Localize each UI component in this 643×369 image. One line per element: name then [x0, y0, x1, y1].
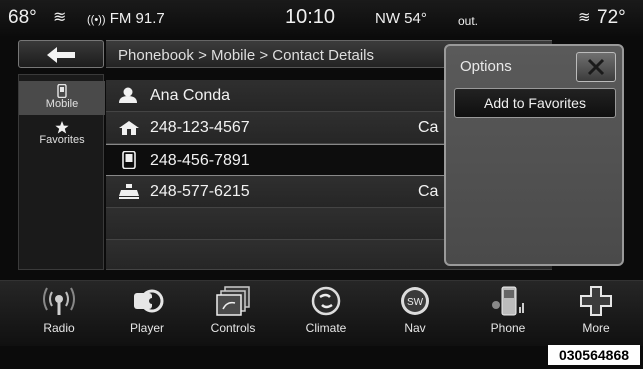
heated-seat-left-icon[interactable]: ≋	[53, 7, 66, 27]
options-title: Options	[460, 58, 512, 75]
clock: 10:10	[285, 6, 336, 28]
add-to-favorites-button[interactable]: Add to Favorites	[454, 88, 616, 118]
outside-temp-label: out.	[458, 14, 479, 28]
svg-text:SW: SW	[407, 297, 424, 308]
breadcrumb-text: Phonebook > Mobile > Contact Details	[118, 47, 374, 64]
dock-label: Nav	[404, 321, 426, 335]
call-label[interactable]: Ca	[418, 183, 438, 201]
radio-status: ((•)) FM 91.7	[87, 10, 165, 27]
dock-label: Phone	[490, 321, 526, 335]
dock-player-button[interactable]: Player	[112, 285, 182, 335]
options-popup: Options Add to Favorites	[444, 44, 624, 266]
dock-phone-button[interactable]: Phone	[473, 285, 543, 335]
climate-icon	[311, 286, 341, 316]
figure-code: 030564868	[548, 345, 640, 365]
player-icon	[134, 289, 164, 313]
compass-reading: NW 54°	[375, 10, 427, 27]
sidebar-item-mobile[interactable]: Mobile	[19, 81, 105, 115]
dock-label: Radio	[43, 321, 75, 335]
mobile-phone-icon	[122, 151, 136, 169]
phone-icon	[492, 286, 524, 316]
controls-icon	[216, 286, 250, 316]
dock-more-button[interactable]: More	[561, 285, 631, 335]
dock-label: Controls	[210, 321, 256, 335]
heated-seat-right-icon[interactable]: ≋	[578, 8, 591, 26]
person-icon	[119, 87, 137, 103]
sidebar-item-favorites[interactable]: Favorites	[19, 121, 105, 155]
status-bar: 68° ≋ ((•)) FM 91.7 10:10 NW 54° out. ≋ …	[0, 0, 643, 36]
bottom-dock: Radio Player Controls Climate SW Nav Pho…	[0, 280, 643, 346]
sidebar-item-label: Favorites	[39, 134, 85, 146]
close-button[interactable]	[576, 52, 616, 82]
signal-icon: ((•))	[87, 14, 106, 26]
contact-name: Ana Conda	[150, 87, 231, 104]
phone-number: 248-577-6215	[150, 183, 250, 200]
dock-climate-button[interactable]: Climate	[291, 285, 361, 335]
dock-nav-button[interactable]: SW Nav	[380, 285, 450, 335]
dock-controls-button[interactable]: Controls	[198, 285, 268, 335]
home-icon	[119, 121, 139, 135]
close-icon	[587, 58, 605, 76]
back-button[interactable]	[18, 40, 104, 68]
more-icon	[580, 286, 612, 316]
radio-icon	[43, 287, 75, 315]
star-icon	[55, 121, 69, 134]
phone-number: 248-456-7891	[150, 152, 250, 169]
dock-radio-button[interactable]: Radio	[24, 285, 94, 335]
passenger-temperature[interactable]: 72°	[597, 7, 626, 29]
sidebar-item-label: Mobile	[45, 98, 79, 110]
dock-label: More	[582, 321, 610, 335]
call-label[interactable]: Ca	[418, 119, 438, 137]
work-icon	[119, 184, 139, 199]
back-arrow-icon	[47, 47, 75, 63]
driver-temperature[interactable]: 68°	[8, 7, 37, 29]
nav-icon: SW	[401, 287, 429, 315]
dock-label: Climate	[305, 321, 347, 335]
radio-station: FM 91.7	[109, 10, 165, 27]
dock-label: Player	[129, 321, 164, 335]
phonebook-sidebar: Mobile Favorites	[18, 74, 105, 270]
phone-number: 248-123-4567	[150, 119, 250, 136]
mobile-phone-icon	[57, 84, 67, 98]
